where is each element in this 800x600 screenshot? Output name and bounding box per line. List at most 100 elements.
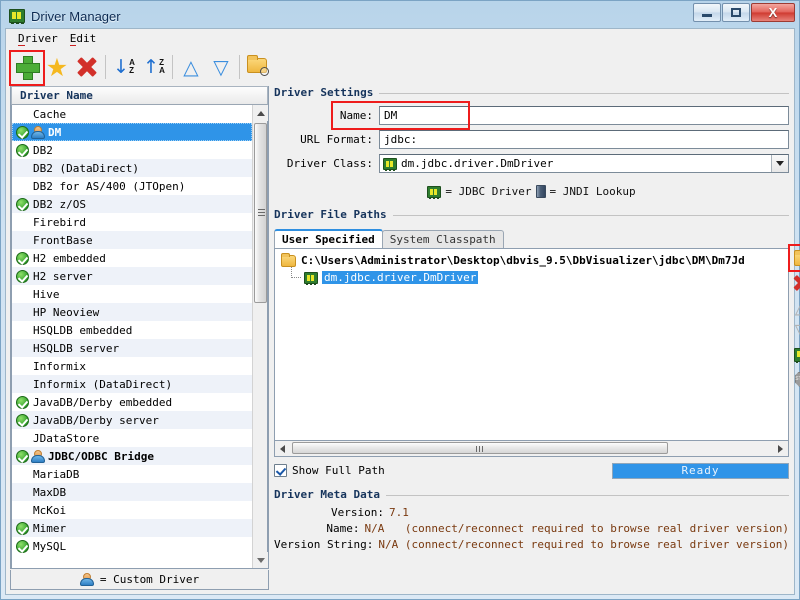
- driver-class-combobox[interactable]: dm.jdbc.driver.DmDriver: [379, 154, 789, 173]
- meta-name-note: (connect/reconnect required to browse re…: [404, 522, 789, 535]
- driver-name-input[interactable]: DM: [379, 106, 789, 125]
- move-up-button[interactable]: △: [176, 51, 206, 83]
- stop-button[interactable]: STOP: [790, 368, 800, 390]
- show-full-path-checkbox[interactable]: [274, 464, 287, 477]
- list-item[interactable]: MaxDB: [12, 483, 252, 501]
- list-item[interactable]: DB2 for AS/400 (JTOpen): [12, 177, 252, 195]
- minimize-button[interactable]: [693, 3, 721, 22]
- sort-ascending-button[interactable]: ↓ A Z: [109, 51, 139, 83]
- driver-list-header[interactable]: Driver Name: [11, 86, 268, 105]
- verified-check-icon: [16, 143, 29, 157]
- red-x-icon: [77, 57, 97, 77]
- verified-check-icon: [16, 539, 29, 553]
- icon-legend: = JDBC Driver = JNDI Lookup: [274, 185, 789, 199]
- browse-folder-button[interactable]: [243, 51, 273, 83]
- hscroll-right-button[interactable]: [773, 442, 788, 456]
- list-item[interactable]: MariaDB: [12, 465, 252, 483]
- list-item[interactable]: Informix: [12, 357, 252, 375]
- driver-settings-group: Driver Settings Name: DM URL Format: jdb…: [274, 86, 789, 199]
- tree-row[interactable]: dm.jdbc.driver.DmDriver: [275, 267, 788, 286]
- remove-driver-button[interactable]: [72, 51, 102, 83]
- scroll-down-button[interactable]: [253, 552, 268, 568]
- menu-edit[interactable]: Edit: [68, 32, 107, 46]
- list-item-label: Informix (DataDirect): [33, 377, 173, 391]
- close-button[interactable]: X: [751, 3, 795, 22]
- stop-icon: STOP: [794, 371, 800, 387]
- client-area: Driver Edit ★ ↓ A Z ↑ Z A △ ▽ Driver Nam…: [5, 28, 800, 595]
- hscroll-left-button[interactable]: [275, 442, 290, 456]
- menu-driver[interactable]: Driver: [16, 32, 68, 46]
- menu-bar: Driver Edit: [6, 29, 794, 48]
- jdbc-chip-button[interactable]: [790, 344, 800, 366]
- tab-user-specified[interactable]: User Specified: [274, 229, 383, 248]
- driver-class-row: Driver Class: dm.jdbc.driver.DmDriver: [274, 154, 789, 173]
- list-item[interactable]: JDataStore: [12, 429, 252, 447]
- verified-check-icon: [16, 449, 29, 463]
- list-item[interactable]: DB2: [12, 141, 252, 159]
- list-item[interactable]: DB2 (DataDirect): [12, 159, 252, 177]
- scrollbar-thumb[interactable]: [254, 123, 267, 303]
- chevron-down-icon: ▽: [213, 55, 229, 79]
- jdbc-chip-icon: [794, 348, 800, 363]
- driver-class-dropdown-arrow[interactable]: [771, 155, 788, 172]
- list-item[interactable]: Firebird: [12, 213, 252, 231]
- list-item[interactable]: H2 embedded: [12, 249, 252, 267]
- chevron-down-icon: ▽: [795, 322, 800, 341]
- sort-descending-button[interactable]: ↑ Z A: [139, 51, 169, 83]
- list-item[interactable]: FrontBase: [12, 231, 252, 249]
- tree-row[interactable]: C:\Users\Administrator\Desktop\dbvis_9.5…: [275, 252, 788, 269]
- toolbar-separator-2: [172, 55, 173, 79]
- list-item[interactable]: DM: [12, 123, 252, 141]
- list-item-label: HP Neoview: [33, 305, 100, 319]
- driver-class-value: dm.jdbc.driver.DmDriver: [401, 157, 554, 170]
- driver-list-scrollbar[interactable]: [252, 105, 268, 568]
- list-item[interactable]: Informix (DataDirect): [12, 375, 252, 393]
- driver-class-label: Driver Class:: [286, 157, 373, 170]
- tab-system-classpath[interactable]: System Classpath: [381, 230, 504, 248]
- driver-settings-title: Driver Settings: [274, 86, 380, 99]
- list-item[interactable]: HSQLDB embedded: [12, 321, 252, 339]
- list-item[interactable]: DB2 z/OS: [12, 195, 252, 213]
- driver-details-pane: Driver Settings Name: DM URL Format: jdb…: [274, 86, 800, 590]
- list-item[interactable]: HSQLDB server: [12, 339, 252, 357]
- driver-list-body[interactable]: Cache DM DB2 DB2 (DataDirect) DB2 for AS/400…: [11, 105, 252, 568]
- list-item[interactable]: JavaDB/Derby embedded: [12, 393, 252, 411]
- url-format-input[interactable]: jdbc:: [379, 130, 789, 149]
- driver-file-paths-tree[interactable]: C:\Users\Administrator\Desktop\dbvis_9.5…: [274, 248, 789, 441]
- move-path-down-button[interactable]: ▽: [790, 320, 800, 342]
- driver-file-paths-hscrollbar[interactable]: [274, 441, 789, 457]
- verified-check-icon: [16, 125, 29, 139]
- add-path-folder-button[interactable]: [788, 244, 800, 272]
- list-item-label: DM: [48, 125, 62, 139]
- hscrollbar-thumb[interactable]: [292, 442, 668, 454]
- arrow-right-icon: [778, 444, 783, 453]
- meta-version-label: Version:: [331, 506, 384, 519]
- remove-path-button[interactable]: [790, 272, 800, 294]
- chevron-up-icon: △: [795, 298, 800, 317]
- list-item[interactable]: JDBC/ODBC Bridge: [12, 447, 252, 465]
- meta-version-string-note: (connect/reconnect required to browse re…: [404, 538, 789, 551]
- toolbar-separator-3: [239, 55, 240, 79]
- list-item-label: JDBC/ODBC Bridge: [48, 449, 154, 463]
- list-item[interactable]: H2 server: [12, 267, 252, 285]
- list-item[interactable]: JavaDB/Derby server: [12, 411, 252, 429]
- maximize-button[interactable]: [722, 3, 750, 22]
- list-item[interactable]: Hive: [12, 285, 252, 303]
- list-item[interactable]: HP Neoview: [12, 303, 252, 321]
- star-icon: ★: [45, 52, 69, 82]
- list-item[interactable]: MySQL: [12, 537, 252, 555]
- move-down-button[interactable]: ▽: [206, 51, 236, 83]
- list-item-label: McKoi: [33, 503, 67, 517]
- scroll-up-button[interactable]: [253, 105, 268, 121]
- driver-meta-data-title: Driver Meta Data: [274, 488, 386, 501]
- driver-list-pane: Driver Name Cache DM DB2 DB2 (DataDirect) DB…: [10, 86, 269, 590]
- list-item[interactable]: Mimer: [12, 519, 252, 537]
- list-item[interactable]: McKoi: [12, 501, 252, 519]
- favorite-driver-button[interactable]: ★: [42, 51, 72, 83]
- list-item-label: Cache: [33, 107, 67, 121]
- list-item[interactable]: Cache: [12, 105, 252, 123]
- show-full-path-label: Show Full Path: [292, 464, 385, 477]
- add-driver-button[interactable]: [9, 50, 45, 86]
- move-path-up-button[interactable]: △: [790, 296, 800, 318]
- title-bar[interactable]: Driver Manager X: [5, 3, 795, 28]
